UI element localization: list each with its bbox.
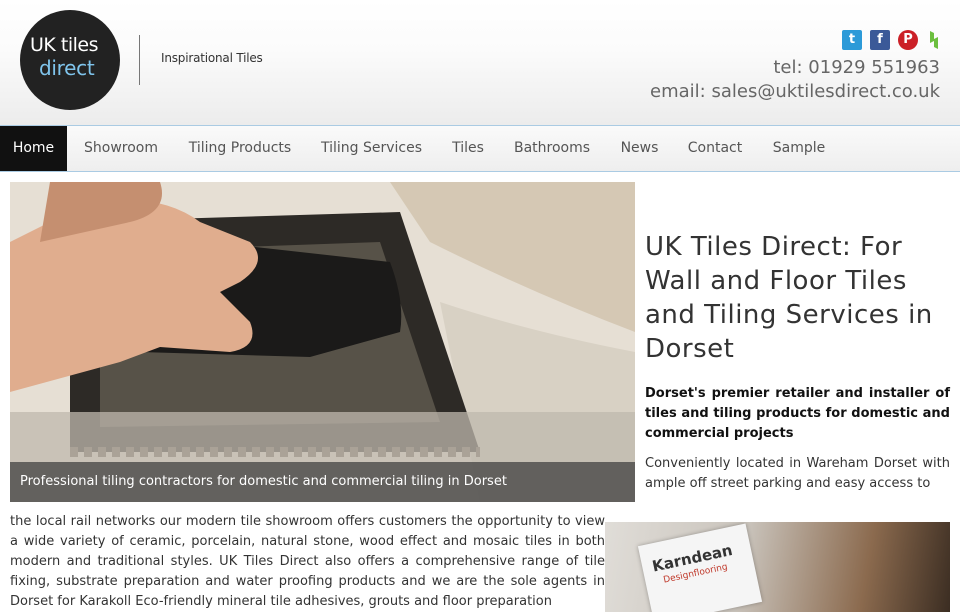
logo-divider: [139, 35, 140, 85]
nav-item-contact[interactable]: Contact: [673, 126, 757, 171]
nav-item-bathrooms[interactable]: Bathrooms: [498, 126, 606, 171]
logo-text-uk-tiles: UK tiles: [30, 34, 99, 56]
nav-item-tiles[interactable]: Tiles: [438, 126, 498, 171]
contact-phone[interactable]: tel: 01929 551963: [773, 57, 940, 78]
nav-item-home[interactable]: Home: [0, 126, 67, 171]
page-title: UK Tiles Direct: For Wall and Floor Tile…: [645, 232, 933, 364]
site-header: UK tiles direct Inspirational Tiles t f …: [0, 0, 960, 126]
showroom-image: Karndean Designflooring: [605, 522, 950, 612]
nav-item-sample[interactable]: Sample: [757, 126, 841, 171]
intro-bold: Dorset's premier retailer and installer …: [645, 386, 950, 441]
tagline: Inspirational Tiles: [161, 51, 263, 65]
intro-paragraph: Conveniently located in Wareham Dorset w…: [645, 456, 950, 491]
twitter-icon[interactable]: t: [842, 30, 862, 50]
hero-trowel-illustration: [10, 182, 635, 502]
body-paragraph: the local rail networks our modern tile …: [10, 514, 605, 609]
karndean-board: Karndean Designflooring: [637, 523, 763, 612]
nav-item-tiling-services[interactable]: Tiling Services: [305, 126, 438, 171]
hero-image: Professional tiling contractors for dome…: [10, 182, 635, 502]
logo-text-direct: direct: [39, 56, 95, 80]
facebook-icon[interactable]: f: [870, 30, 890, 50]
nav-item-showroom[interactable]: Showroom: [67, 126, 175, 171]
hero-caption-bar: Professional tiling contractors for dome…: [10, 462, 635, 502]
site-logo[interactable]: UK tiles direct: [20, 10, 120, 110]
nav-item-tiling-products[interactable]: Tiling Products: [175, 126, 305, 171]
hero-caption: Professional tiling contractors for dome…: [20, 474, 507, 489]
houzz-icon[interactable]: [926, 30, 942, 50]
pinterest-icon[interactable]: P: [898, 30, 918, 50]
main-nav: Home Showroom Tiling Products Tiling Ser…: [0, 126, 960, 172]
nav-item-news[interactable]: News: [606, 126, 673, 171]
contact-email[interactable]: email: sales@uktilesdirect.co.uk: [650, 81, 940, 102]
